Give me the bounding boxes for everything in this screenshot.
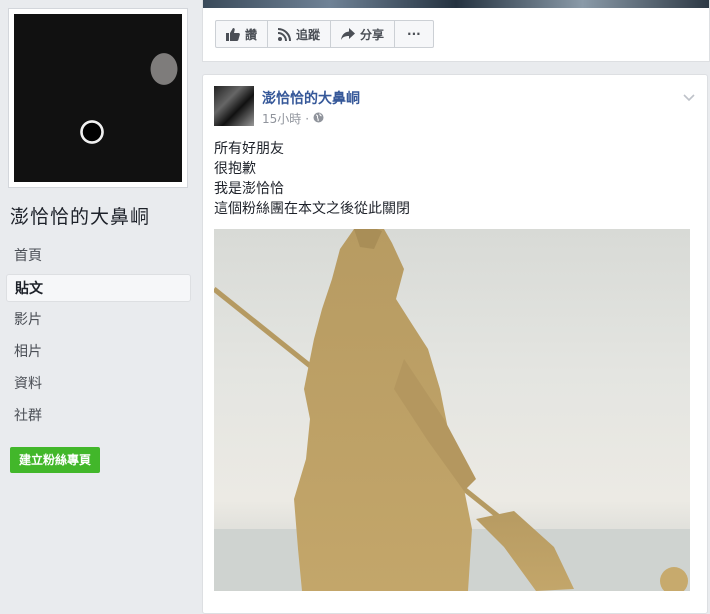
nav-item-videos[interactable]: 影片 — [6, 306, 191, 334]
post-card: 澎恰恰的大鼻峒 15小時 · 所有好朋友 很抱歉 我是澎恰恰 這個粉絲團在本文之… — [202, 74, 708, 614]
page-nav: 首頁 貼文 影片 相片 資料 社群 — [6, 242, 191, 434]
profile-picture[interactable] — [8, 8, 188, 188]
follow-button[interactable]: 追蹤 — [268, 21, 332, 47]
post-line: 我是澎恰恰 — [214, 181, 284, 197]
thumbs-up-icon — [226, 27, 240, 41]
nav-item-community[interactable]: 社群 — [6, 402, 191, 430]
nav-item-about[interactable]: 資料 — [6, 370, 191, 398]
rss-icon — [278, 27, 292, 41]
like-page-button[interactable]: 讚 — [216, 21, 269, 47]
meta-separator: · — [305, 111, 310, 126]
profile-photo — [14, 14, 182, 182]
post-timestamp[interactable]: 15小時 — [262, 110, 301, 127]
more-dots-icon: ··· — [407, 27, 421, 41]
statue-silhouette-image — [214, 229, 690, 591]
post-line: 這個粉絲團在本文之後從此關閉 — [214, 201, 410, 217]
post-photo[interactable] — [214, 229, 690, 591]
like-label: 讚 — [245, 27, 258, 42]
globe-icon[interactable] — [313, 112, 324, 126]
cover-photo-strip — [203, 0, 709, 8]
page-actions-bar: 讚 追蹤 分享 ··· — [215, 20, 434, 48]
create-page-button[interactable]: 建立粉絲專頁 — [10, 447, 101, 473]
follow-label: 追蹤 — [296, 27, 321, 42]
post-meta: 15小時 · — [262, 110, 324, 127]
nav-item-home[interactable]: 首頁 — [6, 242, 191, 270]
chevron-down-icon[interactable] — [683, 87, 695, 106]
share-arrow-icon — [341, 28, 356, 40]
post-line: 所有好朋友 — [214, 141, 284, 157]
share-button[interactable]: 分享 — [331, 21, 396, 47]
nav-item-posts[interactable]: 貼文 — [6, 274, 191, 302]
more-options-button[interactable]: ··· — [395, 21, 433, 47]
author-avatar[interactable] — [214, 86, 254, 126]
post-line: 很抱歉 — [214, 161, 256, 177]
cover-action-card: 讚 追蹤 分享 ··· — [202, 0, 710, 62]
share-label: 分享 — [360, 27, 385, 42]
post-body: 所有好朋友 很抱歉 我是澎恰恰 這個粉絲團在本文之後從此關閉 — [214, 139, 410, 219]
post-author-link[interactable]: 澎恰恰的大鼻峒 — [262, 88, 360, 108]
page-name[interactable]: 澎恰恰的大鼻峒 — [10, 202, 150, 229]
nav-item-photos[interactable]: 相片 — [6, 338, 191, 366]
